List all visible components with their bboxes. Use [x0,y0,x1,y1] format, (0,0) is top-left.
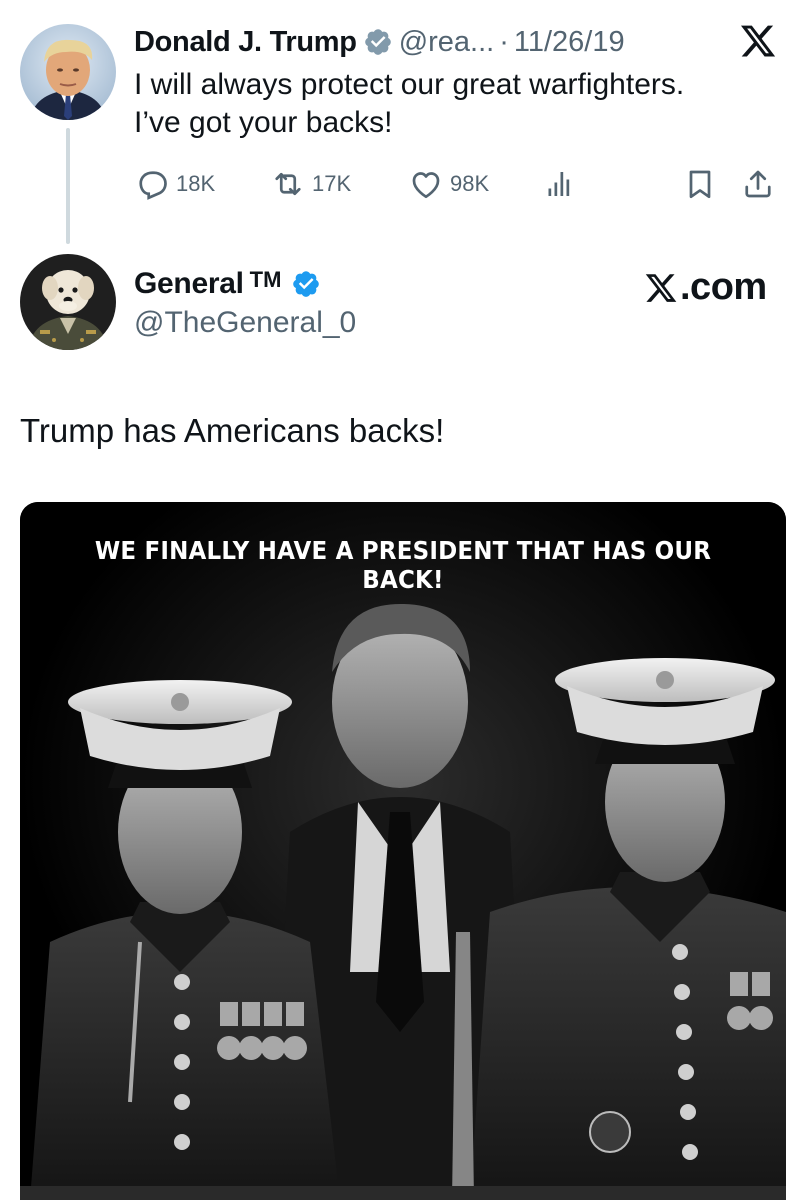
like-button[interactable]: 98K [408,164,489,204]
like-count: 98K [450,171,490,196]
tweet-text-line: I will always protect our great warfight… [134,68,685,101]
tweet-media-image[interactable]: WE FINALLY HAVE A PRESIDENT THAT HAS OUR… [20,502,786,1200]
bookmark-icon [689,170,711,199]
parent-tweet-text: I will always protect our great warfight… [134,66,794,142]
thread-connector-line [66,128,70,244]
media-caption-text: WE FINALLY HAVE A PRESIDENT THAT HAS OUR… [94,536,712,594]
tweet-action-bar: 18K 17K 98K [134,164,784,204]
verified-badge-icon [364,29,391,55]
share-button[interactable] [740,164,782,204]
site-domain-label: .com [680,266,767,308]
verified-badge-icon [293,271,320,297]
x-logo-icon [645,273,677,302]
author-name[interactable]: Donald J. Trump [134,26,357,59]
trump-avatar[interactable] [20,24,116,120]
views-icon [548,172,570,196]
x-com-wordmark: .com [644,266,767,309]
views-button[interactable] [544,164,586,204]
media-bottom-strip [20,1186,786,1200]
like-icon [412,172,440,199]
reply-count: 18K [176,171,216,196]
share-icon [745,170,771,198]
repost-button[interactable]: 17K [270,164,351,204]
author-handle[interactable]: @TheGeneral_0 [134,306,356,340]
repost-icon [275,172,301,196]
reply-icon [139,171,167,200]
bookmark-button[interactable] [682,164,724,204]
tweet-date[interactable]: 11/26/19 [514,26,625,59]
author-name-suffix: TM [249,267,282,292]
author-name[interactable]: General [134,267,244,301]
repost-count: 17K [312,171,352,196]
media-photo-illustration [20,502,786,1200]
x-logo-icon[interactable] [739,22,777,60]
reply-button[interactable]: 18K [134,164,215,204]
parent-tweet-header: Donald J. Trump @rea... · 11/26/19 [134,24,625,60]
general-avatar[interactable] [20,254,116,350]
main-tweet-author[interactable]: General TM [134,264,321,304]
main-tweet-text: Trump has Americans backs! [20,412,445,449]
header-separator: · [499,25,509,58]
author-handle[interactable]: @rea... [399,26,495,59]
tweet-text-line: I’ve got your backs! [134,106,393,139]
